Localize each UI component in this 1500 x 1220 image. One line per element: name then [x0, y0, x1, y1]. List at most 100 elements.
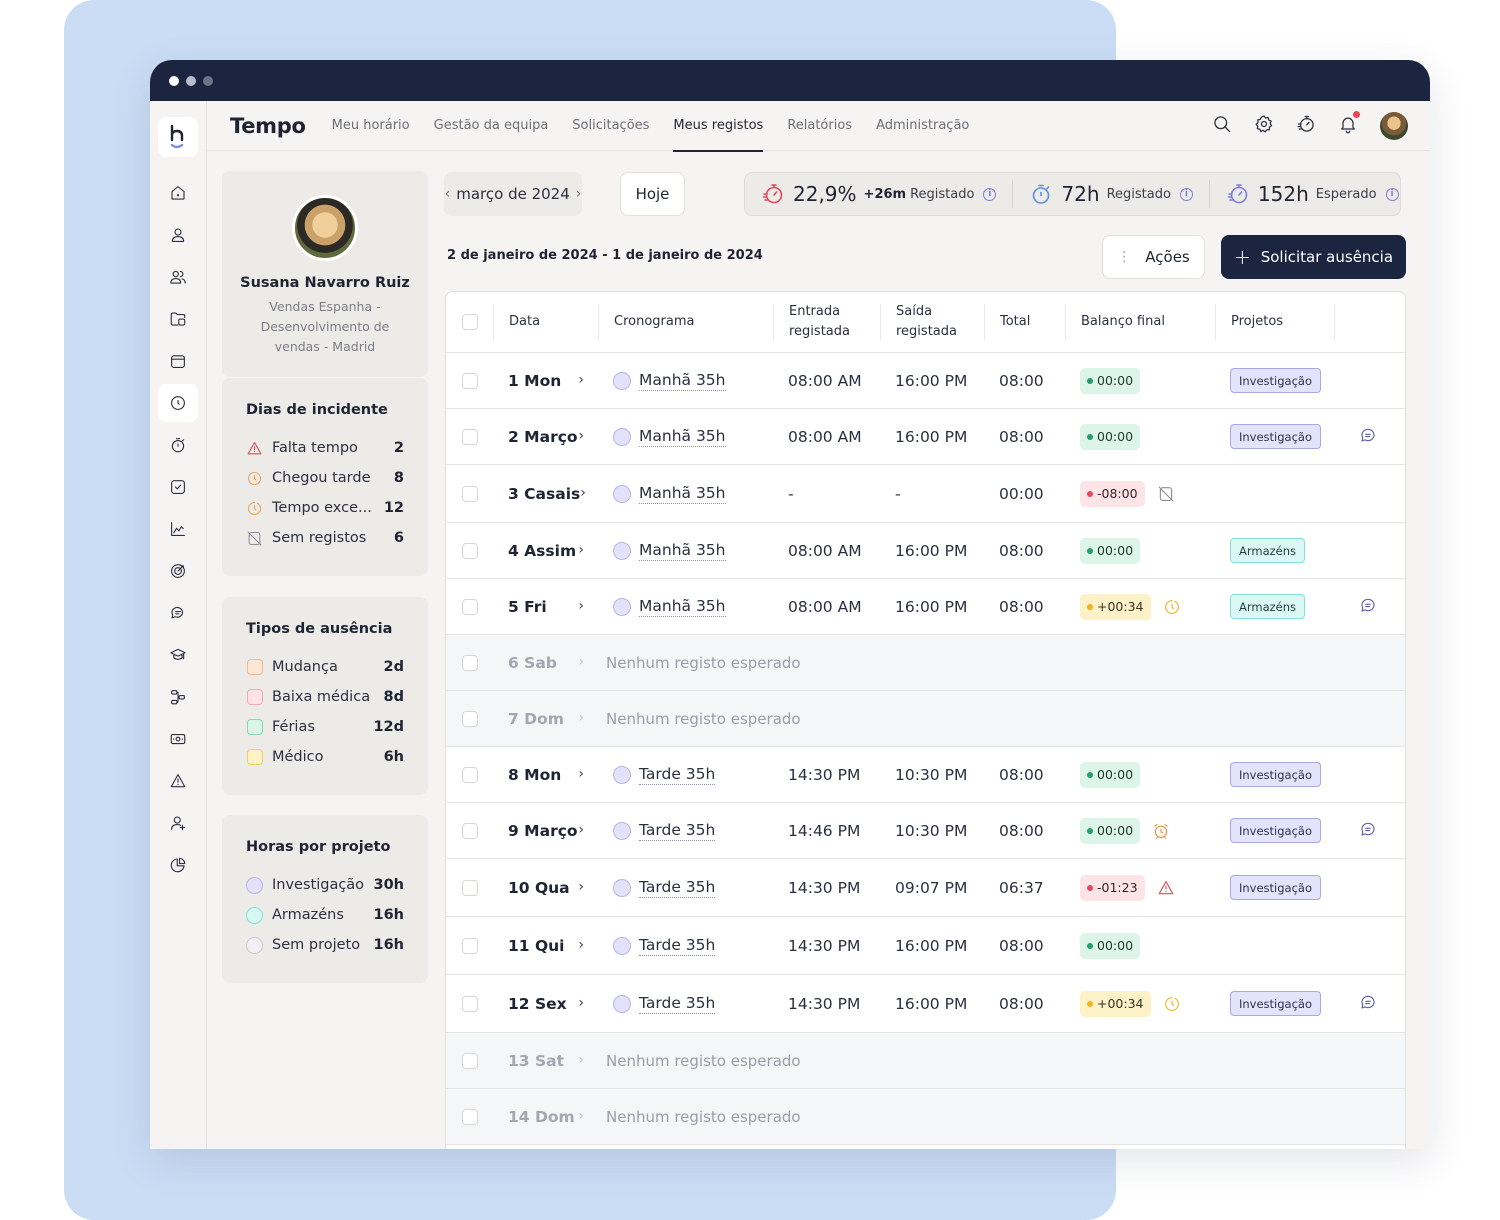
sidebar-item-target[interactable]	[158, 552, 198, 590]
project-tag[interactable]: Armazéns	[1230, 594, 1306, 619]
table-row[interactable]: 12 Sex › Tarde 35h 14:30 PM 16:00 PM 08:00…	[446, 975, 1405, 1033]
project-tag[interactable]: Investigação	[1230, 424, 1322, 449]
balance-flag[interactable]	[1152, 822, 1170, 840]
table-row[interactable]: 7 Dom › Nenhum registo esperado	[446, 691, 1405, 747]
row-checkbox[interactable]	[462, 937, 478, 954]
comment-button[interactable]	[1359, 820, 1377, 842]
incident-row[interactable]: Tempo exce... 12	[246, 493, 404, 523]
sidebar-item-home[interactable]	[158, 174, 198, 212]
date-cell[interactable]: 5 Fri ›	[493, 598, 598, 616]
row-checkbox[interactable]	[462, 995, 478, 1012]
nav-tab-relat-rios[interactable]: Relatórios	[787, 101, 852, 151]
sidebar-item-stopwatch[interactable]	[158, 426, 198, 464]
schedule-label[interactable]: Manhã 35h	[639, 541, 726, 561]
row-checkbox[interactable]	[462, 879, 478, 896]
schedule-label[interactable]: Manhã 35h	[639, 427, 726, 447]
nav-tab-meu-hor-rio[interactable]: Meu horário	[332, 101, 410, 151]
nav-tab-gest-o-da-equipa[interactable]: Gestão da equipa	[434, 101, 549, 151]
date-cell[interactable]: 14 Dom ›	[493, 1108, 598, 1126]
user-avatar[interactable]	[1380, 112, 1408, 140]
sidebar-item-checkbox[interactable]	[158, 468, 198, 506]
chevron-right-icon[interactable]: ›	[578, 1052, 584, 1070]
schedule-label[interactable]: Manhã 35h	[639, 597, 726, 617]
row-checkbox[interactable]	[462, 654, 478, 671]
chevron-right-icon[interactable]: ›	[578, 1108, 584, 1126]
schedule-label[interactable]: Tarde 35h	[639, 821, 716, 841]
column-header-exit[interactable]: Saída registada	[880, 303, 984, 341]
schedule-label[interactable]: Tarde 35h	[639, 878, 716, 898]
nav-tab-solicita-es[interactable]: Solicitações	[572, 101, 649, 151]
chevron-right-icon[interactable]: ›	[578, 542, 584, 560]
absence-type-row[interactable]: Baixa médica 8d	[246, 682, 404, 712]
row-checkbox[interactable]	[462, 598, 478, 615]
today-button[interactable]: Hoje	[620, 172, 685, 216]
request-absence-button[interactable]: + Solicitar ausência	[1221, 235, 1406, 279]
row-checkbox[interactable]	[462, 766, 478, 783]
date-cell[interactable]: 4 Assim ›	[493, 542, 598, 560]
balance-flag[interactable]	[1163, 598, 1181, 616]
balance-flag[interactable]	[1163, 995, 1181, 1013]
gear-icon[interactable]	[1254, 114, 1274, 138]
column-header-date[interactable]: Data	[493, 303, 598, 341]
schedule-label[interactable]: Tarde 35h	[639, 994, 716, 1014]
project-tag[interactable]: Investigação	[1230, 762, 1322, 787]
chevron-right-icon[interactable]: ›	[580, 485, 586, 503]
row-checkbox[interactable]	[462, 1052, 478, 1069]
row-checkbox[interactable]	[462, 1108, 478, 1125]
date-cell[interactable]: 7 Dom ›	[493, 710, 598, 728]
row-checkbox[interactable]	[462, 542, 478, 559]
table-row[interactable]: 14 Dom › Nenhum registo esperado	[446, 1089, 1405, 1145]
select-all-checkbox[interactable]	[462, 314, 478, 330]
sidebar-item-user[interactable]	[158, 216, 198, 254]
speed-timer-icon[interactable]	[1296, 114, 1316, 138]
actions-button[interactable]: ⋮ Ações	[1102, 235, 1205, 279]
schedule-label[interactable]: Tarde 35h	[639, 936, 716, 956]
date-cell[interactable]: 8 Mon ›	[493, 766, 598, 784]
row-checkbox[interactable]	[462, 428, 478, 445]
incident-row[interactable]: Chegou tarde 8	[246, 463, 404, 493]
sidebar-item-graduation-cap[interactable]	[158, 636, 198, 674]
sidebar-item-clock[interactable]	[158, 384, 198, 422]
absence-type-row[interactable]: Férias 12d	[246, 712, 404, 742]
search-icon[interactable]	[1212, 114, 1232, 138]
sidebar-item-users[interactable]	[158, 258, 198, 296]
schedule-label[interactable]: Manhã 35h	[639, 484, 726, 504]
absence-type-row[interactable]: Mudança 2d	[246, 652, 404, 682]
chevron-right-icon[interactable]: ›	[578, 428, 584, 446]
schedule-label[interactable]: Tarde 35h	[639, 765, 716, 785]
nav-tab-meus-registos[interactable]: Meus registos	[673, 101, 763, 152]
project-tag[interactable]: Armazéns	[1230, 538, 1306, 563]
date-cell[interactable]: 11 Qui ›	[493, 937, 598, 955]
balance-flag[interactable]	[1157, 879, 1175, 897]
table-row[interactable]: 3 Casais › Manhã 35h - - 00:00 -08:00	[446, 465, 1405, 523]
sidebar-item-money[interactable]	[158, 720, 198, 758]
chevron-right-icon[interactable]: ›	[578, 372, 584, 390]
chevron-right-icon[interactable]: ›	[578, 598, 584, 616]
chevron-left-icon[interactable]: ‹	[445, 186, 451, 202]
table-row[interactable]: 1 Mon › Manhã 35h 08:00 AM 16:00 PM 08:00 …	[446, 353, 1405, 409]
project-hours-row[interactable]: Sem projeto 16h	[246, 930, 404, 960]
column-header-total[interactable]: Total	[984, 303, 1065, 341]
date-cell[interactable]: 9 Março ›	[493, 822, 598, 840]
sidebar-item-user-plus[interactable]	[158, 804, 198, 842]
info-icon[interactable]: i	[983, 187, 997, 201]
date-cell[interactable]: 2 Março ›	[493, 428, 598, 446]
chevron-right-icon[interactable]: ›	[576, 186, 582, 202]
row-checkbox[interactable]	[462, 822, 478, 839]
date-cell[interactable]: 13 Sat ›	[493, 1052, 598, 1070]
nav-tab-administra-o[interactable]: Administração	[876, 101, 969, 151]
sidebar-item-folder[interactable]	[158, 300, 198, 338]
project-tag[interactable]: Investigação	[1230, 991, 1322, 1016]
column-header-projects[interactable]: Projetos	[1215, 303, 1335, 341]
chevron-right-icon[interactable]: ›	[578, 879, 584, 897]
table-row[interactable]: 4 Assim › Manhã 35h 08:00 AM 16:00 PM 08:0…	[446, 523, 1405, 579]
project-tag[interactable]: Investigação	[1230, 368, 1322, 393]
sidebar-item-pie-chart[interactable]	[158, 846, 198, 884]
comment-button[interactable]	[1359, 426, 1377, 448]
chevron-right-icon[interactable]: ›	[578, 822, 584, 840]
date-cell[interactable]: 1 Mon ›	[493, 372, 598, 390]
chevron-right-icon[interactable]: ›	[578, 710, 584, 728]
table-row[interactable]: 10 Qua › Tarde 35h 14:30 PM 09:07 PM 06:37…	[446, 859, 1405, 917]
table-row[interactable]: 6 Sab › Nenhum registo esperado	[446, 635, 1405, 691]
table-row[interactable]: 9 Março › Tarde 35h 14:46 PM 10:30 PM 08:0…	[446, 803, 1405, 859]
